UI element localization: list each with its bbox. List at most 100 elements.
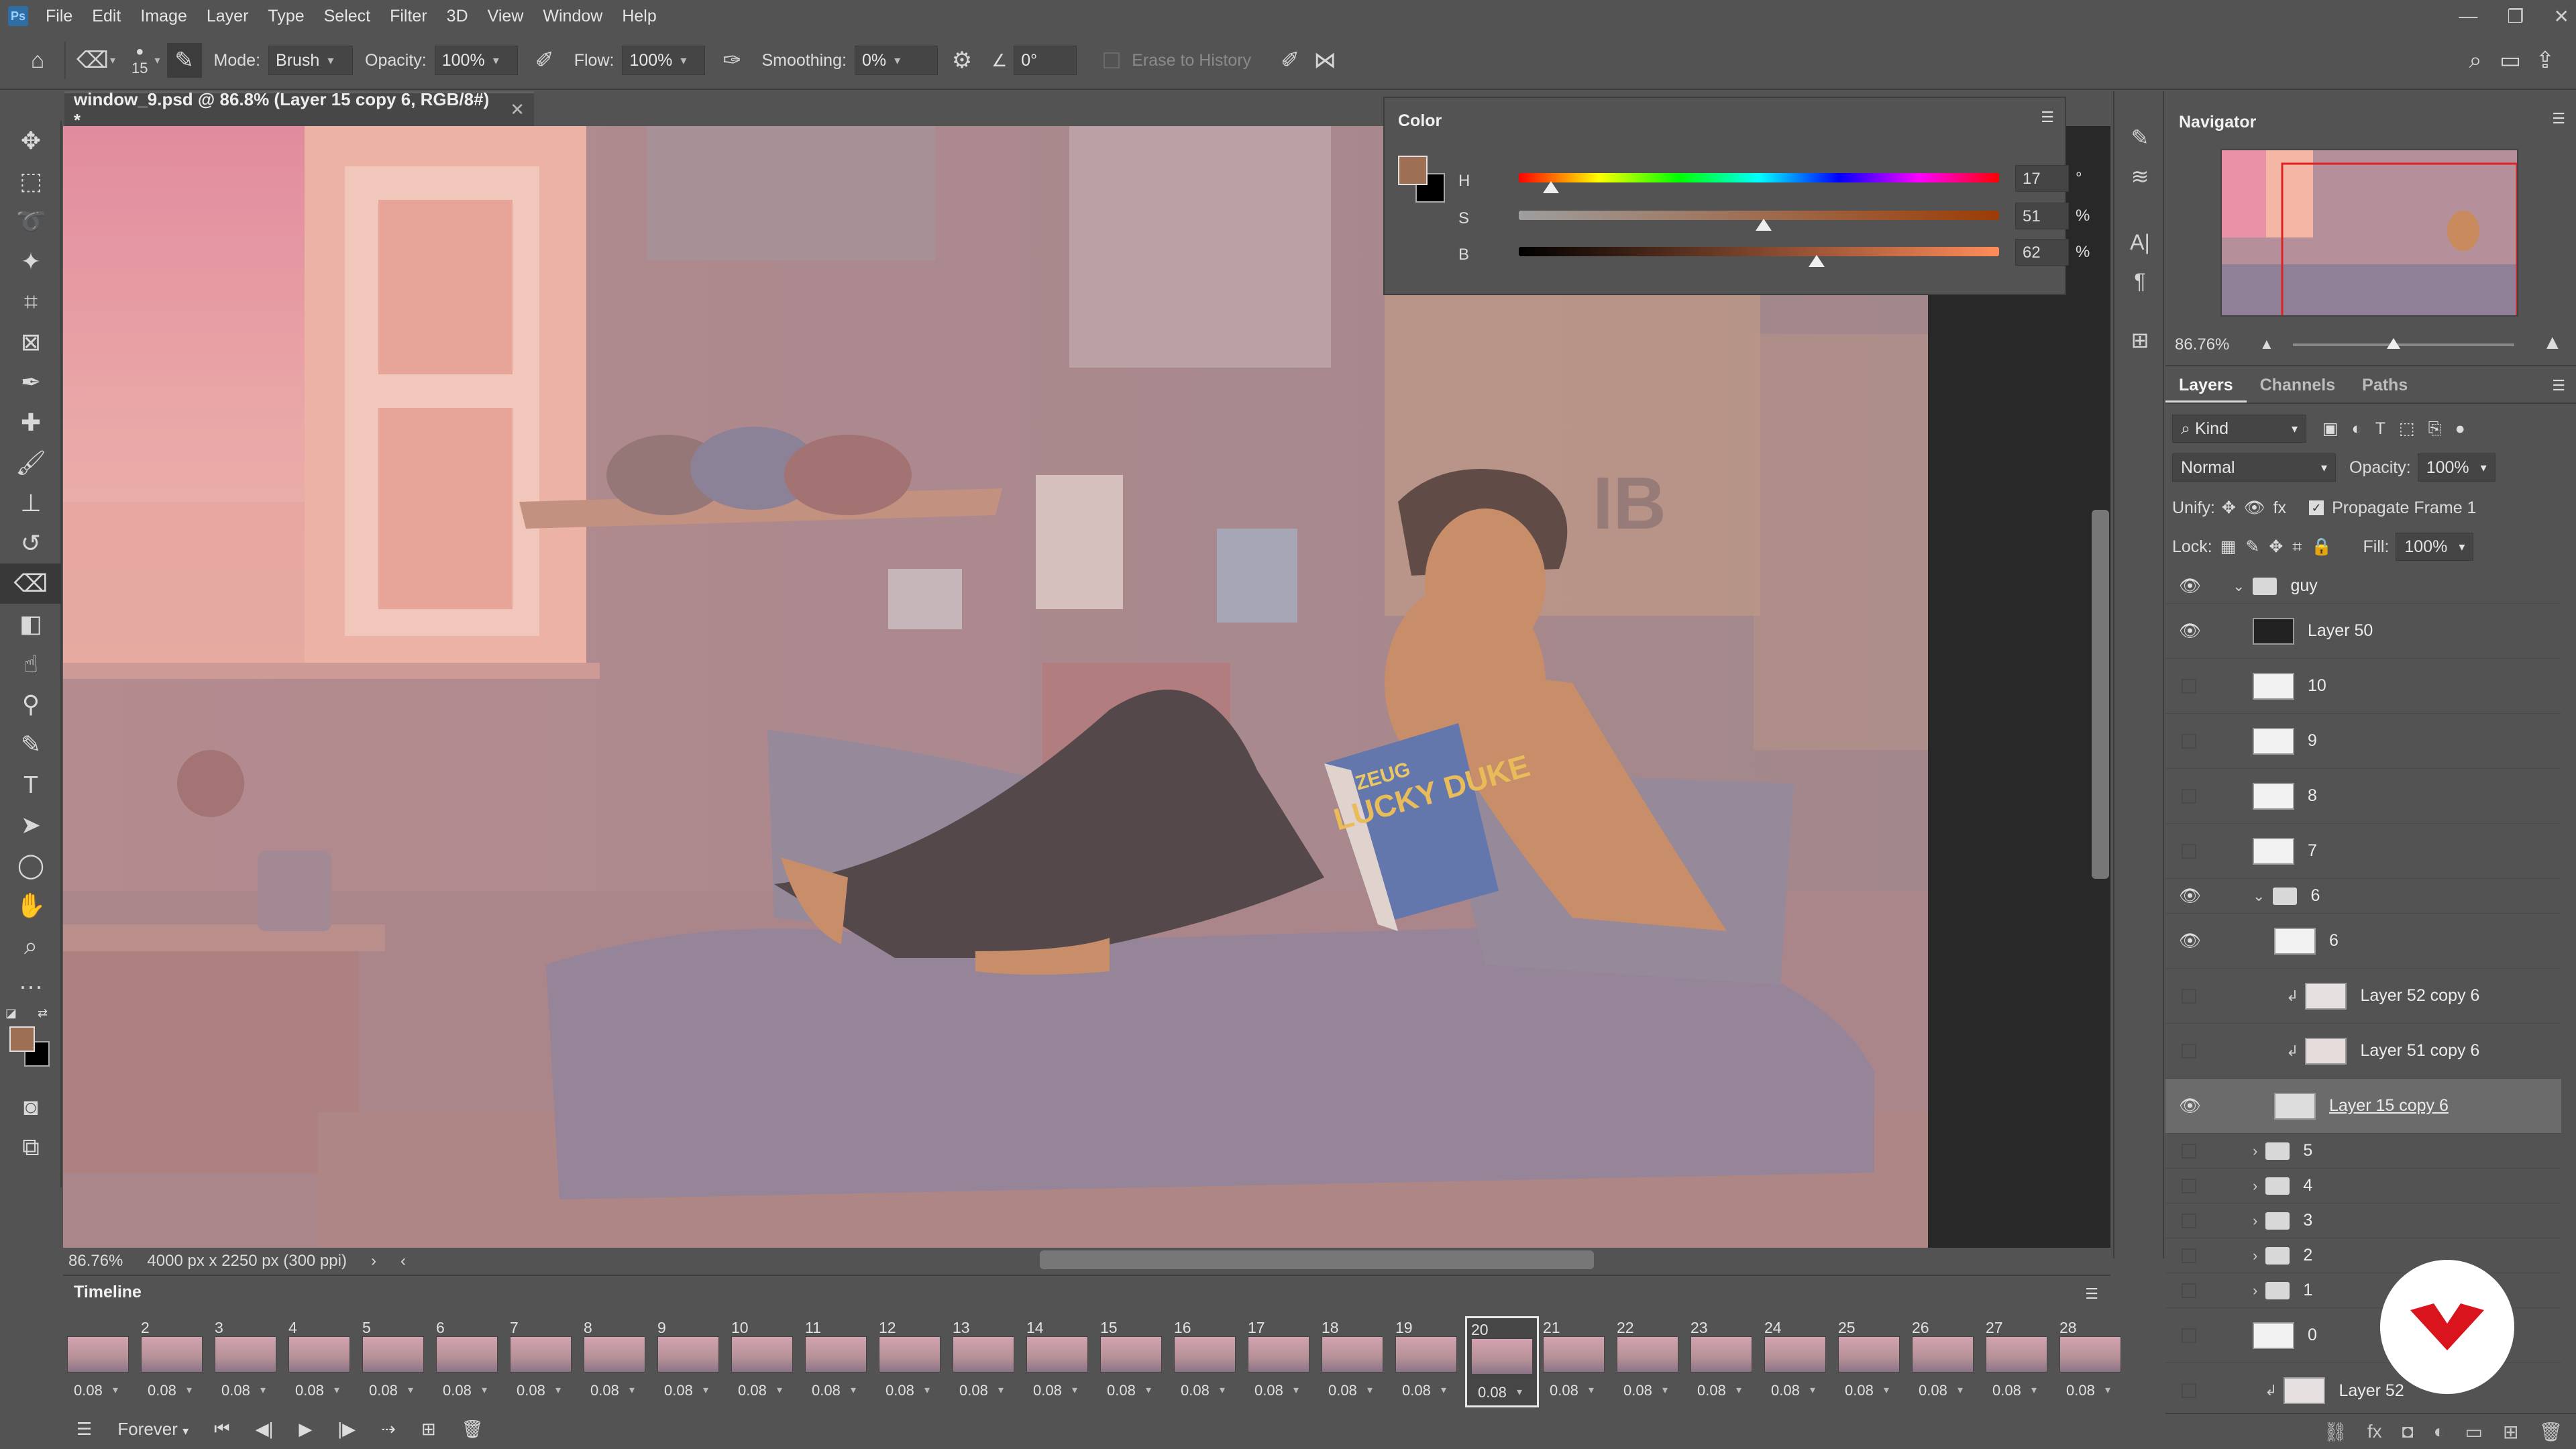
foreground-color-swatch[interactable] bbox=[1398, 156, 1428, 185]
chevron-down-icon[interactable]: ▾ bbox=[1662, 1383, 1668, 1397]
eye-icon[interactable]: 👁 bbox=[2179, 885, 2203, 906]
frame-delay[interactable]: 0.08 bbox=[1623, 1382, 1652, 1399]
frame-delay[interactable]: 0.08 bbox=[443, 1382, 472, 1399]
filter-adjustment-icon[interactable]: ◐ bbox=[2352, 419, 2362, 439]
adjustment-layer-icon[interactable]: ◐ bbox=[2434, 1421, 2445, 1442]
chevron-down-icon[interactable]: ▾ bbox=[1220, 1383, 1225, 1397]
frame-delay[interactable]: 0.08 bbox=[959, 1382, 988, 1399]
navigator-zoom-thumb[interactable] bbox=[2387, 338, 2400, 349]
visibility-toggle[interactable] bbox=[2182, 988, 2196, 1004]
lasso-tool-icon[interactable]: ➰ bbox=[0, 201, 62, 241]
timeline-frame[interactable]: 27 0.08 ▾ bbox=[1982, 1316, 2055, 1407]
link-layers-icon[interactable]: ⛓ bbox=[2323, 1421, 2347, 1443]
frame-delay[interactable]: 0.08 bbox=[1478, 1384, 1507, 1401]
timeline-frame[interactable]: 3 0.08 ▾ bbox=[211, 1316, 284, 1407]
chevron-down-icon[interactable]: ▾ bbox=[1736, 1383, 1741, 1397]
chevron-down-icon[interactable]: ⌄ bbox=[2253, 888, 2265, 905]
history-brush-tool-icon[interactable]: ↺ bbox=[0, 523, 62, 564]
visibility-toggle[interactable] bbox=[2182, 1283, 2196, 1298]
timeline-frame[interactable]: 22 0.08 ▾ bbox=[1613, 1316, 1686, 1407]
document-tab[interactable]: window_9.psd @ 86.8% (Layer 15 copy 6, R… bbox=[64, 89, 534, 130]
chevron-down-icon[interactable]: ▾ bbox=[998, 1383, 1004, 1397]
frame-tool-icon[interactable]: ⊠ bbox=[0, 322, 62, 362]
tween-icon[interactable]: ⇢ bbox=[381, 1419, 396, 1440]
layer-row[interactable]: › 3 bbox=[2165, 1203, 2561, 1238]
restore-icon[interactable]: ❐ bbox=[2507, 5, 2524, 28]
unify-visibility-icon[interactable]: 👁 bbox=[2244, 498, 2265, 518]
timeline-frame[interactable]: 23 0.08 ▾ bbox=[1686, 1316, 1760, 1407]
frame-delay[interactable]: 0.08 bbox=[1107, 1382, 1136, 1399]
filter-pixel-icon[interactable]: ▣ bbox=[2322, 419, 2339, 439]
tab-layers[interactable]: Layers bbox=[2165, 368, 2247, 402]
chevron-down-icon[interactable]: ▾ bbox=[113, 1383, 118, 1397]
home-icon[interactable]: ⌂ bbox=[20, 43, 55, 78]
blend-mode-select[interactable]: Normal ▾ bbox=[2172, 453, 2336, 482]
chevron-down-icon[interactable]: ▾ bbox=[1589, 1383, 1594, 1397]
chevron-down-icon[interactable]: ▾ bbox=[186, 1383, 192, 1397]
flow-input[interactable]: 100% ▾ bbox=[622, 46, 706, 75]
gradient-tool-icon[interactable]: ◧ bbox=[0, 604, 62, 644]
brightness-input[interactable]: 62 bbox=[2015, 239, 2069, 266]
eyedropper-tool-icon[interactable]: ✒ bbox=[0, 362, 62, 402]
chevron-down-icon[interactable]: ▾ bbox=[482, 1383, 487, 1397]
marquee-tool-icon[interactable]: ⬚ bbox=[0, 161, 62, 201]
timeline-frame[interactable]: 21 0.08 ▾ bbox=[1539, 1316, 1613, 1407]
chevron-down-icon[interactable]: ▾ bbox=[110, 54, 115, 67]
swap-colors-icon[interactable]: ⇄ bbox=[38, 1006, 48, 1020]
timeline-frame[interactable]: 28 0.08 ▾ bbox=[2055, 1316, 2129, 1407]
brush-size-picker[interactable]: ● 15 bbox=[131, 44, 148, 77]
zoom-readout[interactable]: 86.76% bbox=[68, 1252, 123, 1271]
layer-row[interactable]: 👁 Layer 50 bbox=[2165, 604, 2561, 659]
layer-row[interactable]: ↲ Layer 51 copy 6 bbox=[2165, 1024, 2561, 1079]
timeline-frame[interactable]: 0.08 ▾ bbox=[63, 1316, 137, 1407]
hue-input[interactable]: 17 bbox=[2015, 165, 2069, 192]
layer-style-icon[interactable]: fx bbox=[2367, 1421, 2382, 1442]
timeline-frame[interactable]: 26 0.08 ▾ bbox=[1908, 1316, 1982, 1407]
hand-tool-icon[interactable]: ✋ bbox=[0, 885, 62, 926]
foreground-color-swatch[interactable] bbox=[9, 1026, 35, 1052]
opacity-input[interactable]: 100% ▾ bbox=[434, 46, 518, 75]
pressure-size-icon[interactable]: ✐ bbox=[1273, 43, 1307, 78]
hue-slider[interactable] bbox=[1519, 173, 1999, 182]
visibility-toggle[interactable] bbox=[2182, 1383, 2196, 1398]
frame-delay[interactable]: 0.08 bbox=[1328, 1382, 1357, 1399]
layer-row-selected[interactable]: 👁 Layer 15 copy 6 bbox=[2165, 1079, 2561, 1134]
chevron-down-icon[interactable]: ▾ bbox=[629, 1383, 635, 1397]
visibility-toggle[interactable] bbox=[2182, 1213, 2196, 1228]
eraser-tool-icon[interactable]: ⌫ bbox=[0, 564, 62, 604]
duplicate-frame-icon[interactable]: ⊞ bbox=[421, 1419, 436, 1440]
quick-mask-icon[interactable]: ◙ bbox=[0, 1087, 62, 1127]
paragraph-icon[interactable]: ¶ bbox=[2114, 262, 2165, 301]
chevron-right-icon[interactable]: › bbox=[2253, 1177, 2257, 1195]
visibility-toggle[interactable] bbox=[2182, 733, 2196, 749]
layer-row[interactable]: › 5 bbox=[2165, 1134, 2561, 1169]
frame-delay[interactable]: 0.08 bbox=[1402, 1382, 1431, 1399]
frame-delay[interactable]: 0.08 bbox=[295, 1382, 324, 1399]
next-frame-icon[interactable]: |▶ bbox=[337, 1419, 356, 1440]
chevron-down-icon[interactable]: ▾ bbox=[2031, 1383, 2037, 1397]
timeline-frame[interactable]: 20 0.08 ▾ bbox=[1465, 1316, 1539, 1407]
gear-icon[interactable]: ⚙ bbox=[945, 43, 979, 78]
eye-icon[interactable]: 👁 bbox=[2179, 1095, 2203, 1116]
frame-delay[interactable]: 0.08 bbox=[369, 1382, 398, 1399]
chevron-down-icon[interactable]: ▾ bbox=[155, 54, 160, 67]
layer-mask-icon[interactable]: ◘ bbox=[2402, 1421, 2414, 1442]
default-colors-icon[interactable]: ◪ bbox=[5, 1006, 17, 1020]
pen-tool-icon[interactable]: ✎ bbox=[0, 724, 62, 765]
visibility-toggle[interactable] bbox=[2182, 1328, 2196, 1343]
search-icon[interactable]: ⌕ bbox=[2458, 43, 2493, 78]
frame-delay[interactable]: 0.08 bbox=[738, 1382, 767, 1399]
visibility-toggle[interactable] bbox=[2182, 1143, 2196, 1159]
propagate-checkbox[interactable]: ✓ bbox=[2309, 500, 2324, 515]
chevron-down-icon[interactable]: ▾ bbox=[260, 1383, 266, 1397]
visibility-toggle[interactable] bbox=[2182, 843, 2196, 859]
lock-all-icon[interactable]: 🔒 bbox=[2311, 537, 2332, 557]
chevron-down-icon[interactable]: ▾ bbox=[703, 1383, 708, 1397]
close-tab-icon[interactable]: ✕ bbox=[510, 99, 525, 120]
chevron-down-icon[interactable]: ▾ bbox=[1367, 1383, 1373, 1397]
chevron-down-icon[interactable]: ▾ bbox=[334, 1383, 339, 1397]
timeline-frame[interactable]: 15 0.08 ▾ bbox=[1096, 1316, 1170, 1407]
chevron-down-icon[interactable]: ▾ bbox=[1293, 1383, 1299, 1397]
chevron-down-icon[interactable]: ▾ bbox=[1810, 1383, 1815, 1397]
frame-delay[interactable]: 0.08 bbox=[1919, 1382, 1947, 1399]
